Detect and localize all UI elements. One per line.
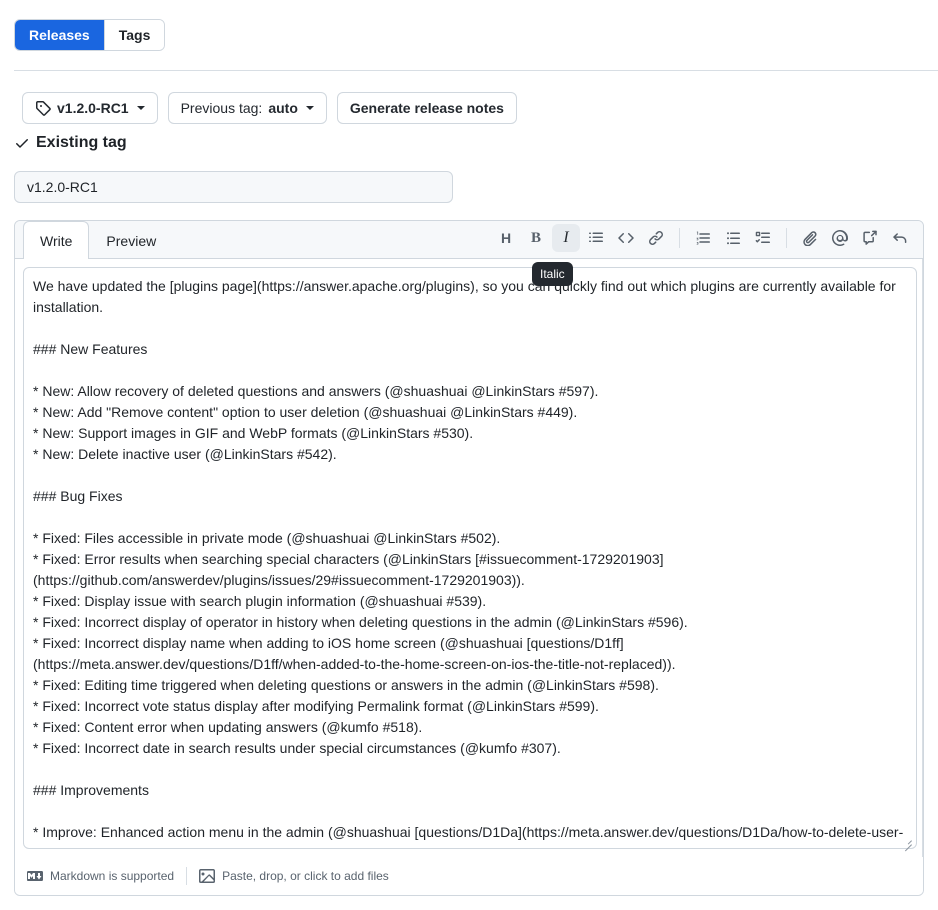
tab-preview-label: Preview <box>106 232 157 249</box>
quote-button[interactable] <box>582 224 610 252</box>
undo-icon <box>892 230 908 246</box>
unordered-list-icon <box>725 230 741 246</box>
check-icon <box>14 135 30 151</box>
generate-release-notes-label: Generate release notes <box>349 100 504 116</box>
existing-tag-label: Existing tag <box>36 134 127 151</box>
heading-icon: H <box>500 230 512 246</box>
releases-tags-tabs: Releases Tags <box>14 19 166 51</box>
chevron-down-icon <box>305 106 314 110</box>
generate-release-notes-button[interactable]: Generate release notes <box>336 92 517 124</box>
previous-tag-button[interactable]: Previous tag: auto <box>167 92 327 124</box>
scrollbar-track[interactable] <box>922 259 923 857</box>
bold-button[interactable]: B <box>522 224 550 252</box>
release-controls: v1.2.0-RC1 Previous tag: auto Generate r… <box>22 92 517 124</box>
attachment-icon <box>802 230 818 246</box>
italic-icon: I <box>563 229 569 246</box>
release-editor-page: Releases Tags v1.2.0-RC1 Previous tag: a… <box>0 0 938 910</box>
editor-footer: Markdown is supported Paste, drop, or cl… <box>15 857 923 895</box>
ordered-list-icon <box>695 230 711 246</box>
header-divider <box>14 70 938 71</box>
ordered-list-button[interactable] <box>689 224 717 252</box>
bold-icon: B <box>530 229 541 246</box>
editor-body <box>15 259 923 857</box>
italic-button[interactable]: I <box>552 224 580 252</box>
tag-icon <box>35 100 51 116</box>
attachment-button[interactable] <box>796 224 824 252</box>
link-button[interactable] <box>642 224 670 252</box>
release-notes-editor: Write Preview H B I Italic We have updat… <box>14 220 924 896</box>
link-icon <box>648 230 664 246</box>
markdown-supported-label: Markdown is supported <box>50 869 175 883</box>
code-icon <box>618 230 634 246</box>
release-notes-textarea[interactable] <box>23 267 917 849</box>
task-list-icon <box>755 230 771 246</box>
heading-button[interactable]: H <box>492 224 520 252</box>
write-preview-tabs: Write Preview <box>15 221 173 259</box>
tag-name-input[interactable] <box>14 171 453 203</box>
tab-write-label: Write <box>40 232 73 249</box>
tab-preview[interactable]: Preview <box>89 221 173 259</box>
tab-tags[interactable]: Tags <box>104 20 165 50</box>
tab-write[interactable]: Write <box>23 221 90 259</box>
toolbar-divider <box>786 228 787 248</box>
markdown-supported-link[interactable]: Markdown is supported <box>27 868 186 884</box>
tab-releases[interactable]: Releases <box>15 20 105 50</box>
tab-releases-label: Releases <box>29 27 90 43</box>
quote-icon <box>588 230 604 246</box>
saved-reply-icon <box>862 230 878 246</box>
choose-tag-button[interactable]: v1.2.0-RC1 <box>22 92 158 124</box>
previous-tag-value: auto <box>268 100 298 116</box>
code-button[interactable] <box>612 224 640 252</box>
choose-tag-label: v1.2.0-RC1 <box>57 100 129 116</box>
task-list-button[interactable] <box>749 224 777 252</box>
previous-tag-prefix: Previous tag: <box>180 100 263 116</box>
toolbar-divider <box>679 228 680 248</box>
markdown-icon <box>27 868 43 884</box>
unordered-list-button[interactable] <box>719 224 747 252</box>
mention-button[interactable] <box>826 224 854 252</box>
chevron-down-icon <box>136 106 145 110</box>
saved-replies-button[interactable] <box>856 224 884 252</box>
tab-tags-label: Tags <box>118 27 151 43</box>
undo-button[interactable] <box>886 224 914 252</box>
editor-header: Write Preview H B I Italic <box>15 221 923 286</box>
mention-icon <box>832 230 848 246</box>
italic-tooltip: Italic <box>532 262 573 286</box>
markdown-toolbar: H B I <box>491 221 915 258</box>
add-files-label: Paste, drop, or click to add files <box>222 869 389 883</box>
image-icon <box>199 868 216 884</box>
add-files-button[interactable]: Paste, drop, or click to add files <box>187 868 401 884</box>
existing-tag-heading: Existing tag <box>14 134 127 152</box>
